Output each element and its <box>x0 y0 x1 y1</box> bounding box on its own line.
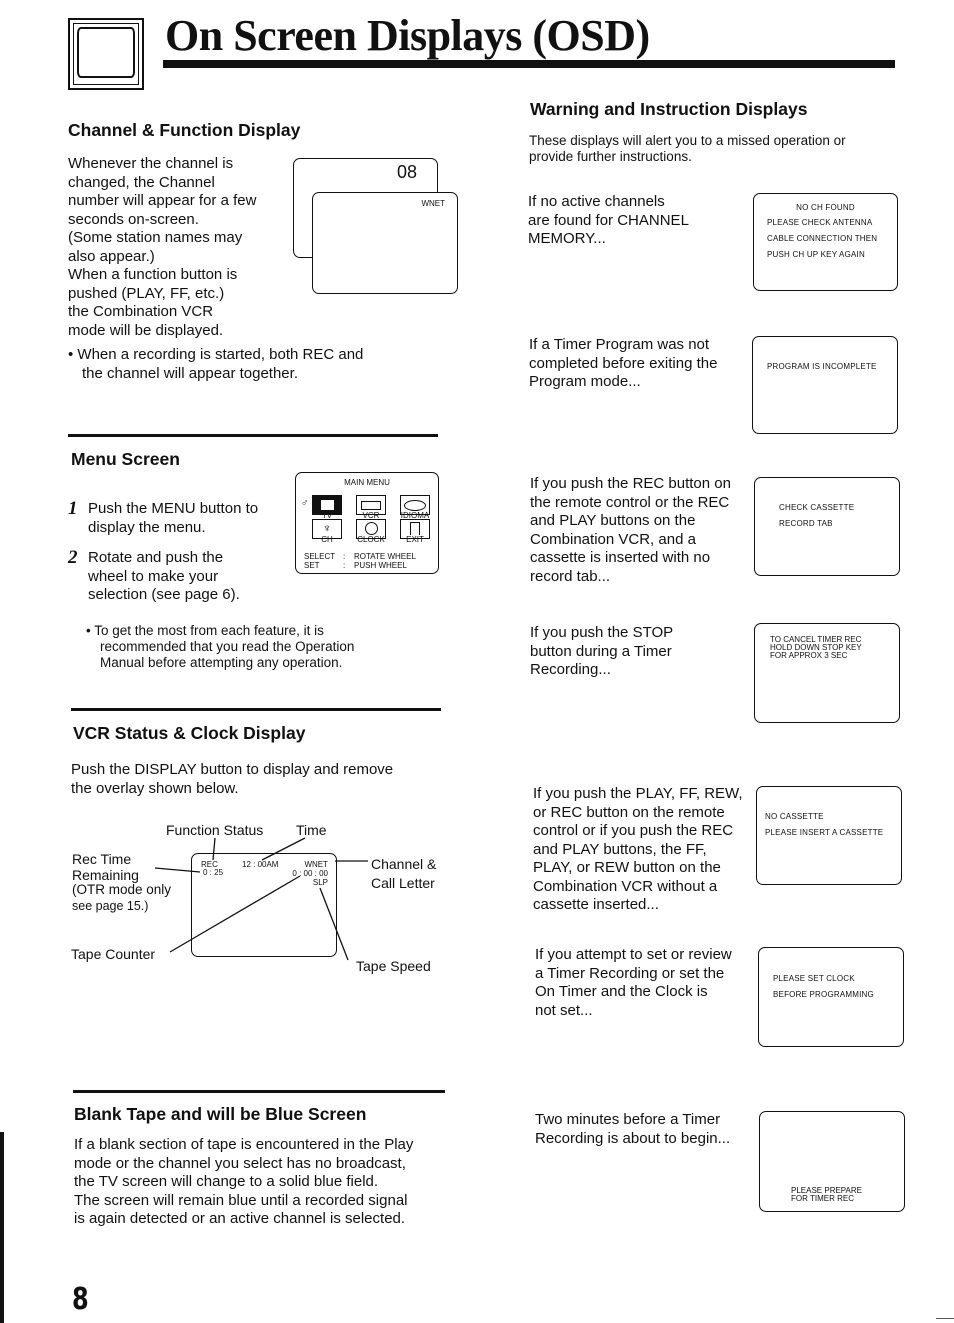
warning-text-1: If no active channels are found for CHANN… <box>528 193 689 247</box>
osd-screen-station: WNET <box>312 192 458 294</box>
osd-time: 12 : 00AM <box>242 860 279 869</box>
channel-function-bullet: • When a recording is started, both REC … <box>68 346 364 382</box>
warnings-intro: These displays will alert you to a misse… <box>529 133 846 164</box>
callout-otr-note: (OTR mode only see page 15.) <box>72 882 172 913</box>
callout-channel: Channel & Call Letter <box>371 856 437 891</box>
osd-warning-6: PLEASE SET CLOCK BEFORE PROGRAMMING <box>758 947 904 1047</box>
page-number: 8 <box>72 1282 89 1317</box>
menu-label-ch: CH <box>321 535 333 544</box>
vcr-status-heading: VCR Status & Clock Display <box>73 723 306 743</box>
page-title: On Screen Displays (OSD) <box>165 11 650 60</box>
osd-warning-4: TO CANCEL TIMER REC HOLD DOWN STOP KEY F… <box>754 623 900 723</box>
warning-text-4: If you push the STOP button during a Time… <box>530 624 674 678</box>
warning-text-3: If you push the REC button on the remote … <box>530 475 731 585</box>
callout-tape-speed: Tape Speed <box>356 958 431 974</box>
callout-rec-time: Rec Time Remaining <box>72 851 139 883</box>
warning-text-7: Two minutes before a Timer Recording is a… <box>535 1111 731 1147</box>
channel-function-heading: Channel & Function Display <box>68 120 301 140</box>
osd-status-screen: REC 0 : 25 12 : 00AM WNET 0 : 00 : 00 SL… <box>191 853 337 957</box>
osd-select-row: SELECT: ROTATE WHEEL <box>304 552 416 561</box>
osd-remaining: 0 : 25 <box>203 868 224 877</box>
title-rule <box>163 60 895 68</box>
osd-warning-5: NO CASSETTE PLEASE INSERT A CASSETTE <box>756 786 902 885</box>
warning-text-5: If you push the PLAY, FF, REW, or REC but… <box>533 785 743 913</box>
warning-text-6: If you attempt to set or review a Timer R… <box>535 946 732 1019</box>
section-rule <box>73 1090 445 1093</box>
section-rule <box>68 434 438 437</box>
callout-function-status: Function Status <box>166 822 264 838</box>
osd-menu-title: MAIN MENU <box>344 478 390 487</box>
osd-counter: 0 : 00 : 00 <box>292 869 328 878</box>
osd-main-menu: MAIN MENU ♂ TV VCR IDIOMA ♆ CH CLOCK EXI… <box>295 472 439 574</box>
osd-warning-3: CHECK CASSETTE RECORD TAB <box>754 477 900 576</box>
callout-tape-counter: Tape Counter <box>71 946 156 962</box>
warnings-heading: Warning and Instruction Displays <box>530 99 808 119</box>
osd-set-row: SET: PUSH WHEEL <box>304 561 407 570</box>
vcr-status-para: Push the DISPLAY button to display and r… <box>71 761 394 797</box>
osd-channel-number: 08 <box>396 162 417 182</box>
callout-time: Time <box>296 822 327 838</box>
warning-text-2: If a Timer Program was not completed befo… <box>529 336 718 390</box>
menu-step-1: 1 Push the MENU button to display the men… <box>68 498 259 536</box>
section-rule <box>71 708 441 711</box>
menu-step-2: 2 Rotate and push the wheel to make your s… <box>68 547 240 603</box>
scan-mark <box>936 1318 954 1319</box>
blank-tape-heading: Blank Tape and will be Blue Screen <box>74 1104 367 1124</box>
channel-function-para2: When a function button is pushed (PLAY, F… <box>68 266 238 339</box>
osd-station: WNET <box>304 860 328 869</box>
osd-warning-7: PLEASE PREPARE FOR TIMER REC <box>759 1111 905 1212</box>
tv-icon <box>68 18 144 90</box>
scan-edge <box>0 1132 4 1323</box>
osd-speed: SLP <box>312 878 328 887</box>
channel-function-para1: Whenever the channel is changed, the Chan… <box>68 155 257 265</box>
menu-label-clock: CLOCK <box>357 535 385 544</box>
menu-label-exit: EXIT <box>406 535 424 544</box>
cursor-icon: ♂ <box>301 498 309 509</box>
osd-warning-1: NO CH FOUND PLEASE CHECK ANTENNA CABLE C… <box>753 193 898 291</box>
osd-station-name: WNET <box>421 199 445 208</box>
menu-screen-heading: Menu Screen <box>71 449 180 469</box>
osd-warning-2: PROGRAM IS INCOMPLETE <box>752 336 898 434</box>
menu-note: • To get the most from each feature, it … <box>86 623 355 670</box>
blank-tape-para: If a blank section of tape is encountere… <box>74 1136 414 1227</box>
